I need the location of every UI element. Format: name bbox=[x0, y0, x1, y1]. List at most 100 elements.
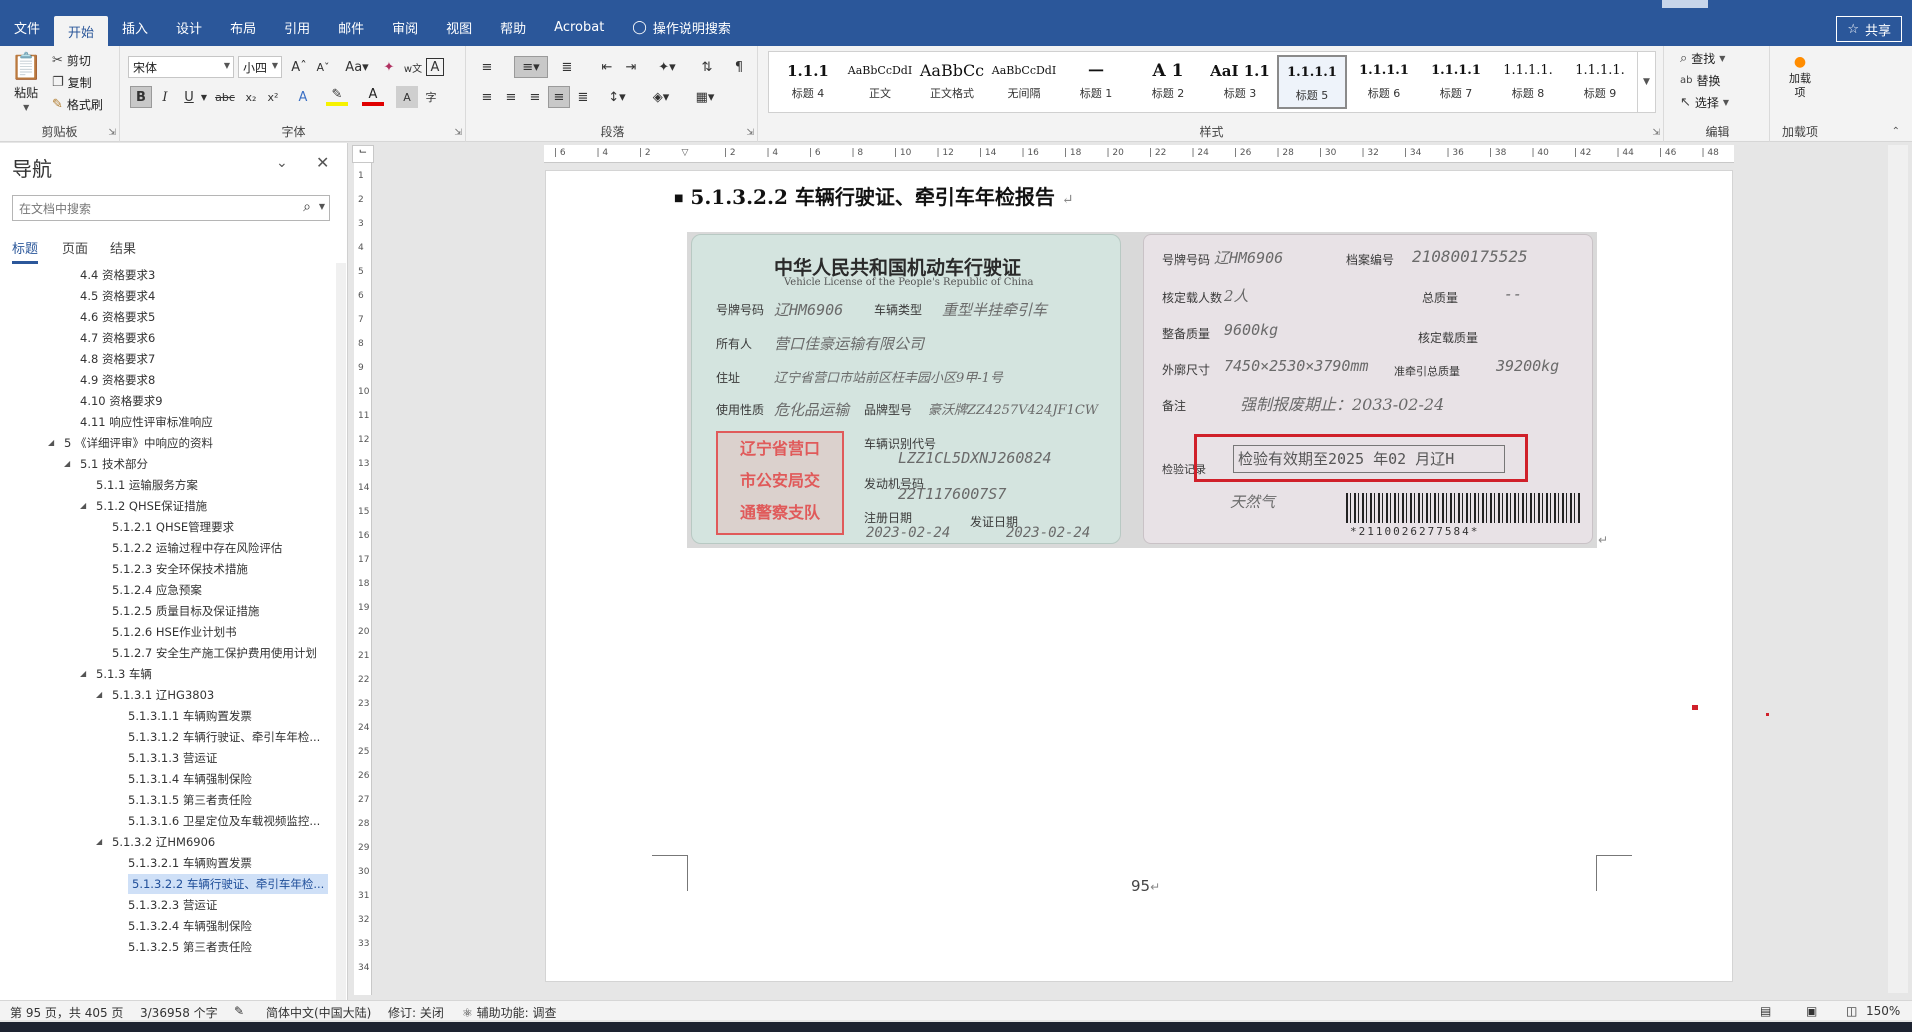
replace-button[interactable]: ab 替换 bbox=[1680, 72, 1721, 89]
nav-heading-item[interactable]: 5.1.3.1 辽HG3803 bbox=[112, 685, 214, 705]
nav-heading-item[interactable]: 5.1.2.1 QHSE管理要求 bbox=[112, 517, 234, 537]
style-heading-7[interactable]: 1.1.1.1 标题 7 bbox=[1421, 55, 1491, 109]
style-normal[interactable]: AaBbCcDdI 正文 bbox=[845, 55, 915, 109]
chinese-layout-button[interactable]: ✦▾ bbox=[652, 56, 682, 78]
char-border-button[interactable]: A bbox=[426, 58, 444, 76]
nav-heading-item[interactable]: 4.7 资格要求6 bbox=[80, 328, 155, 348]
style-heading-5[interactable]: 1.1.1.1 标题 5 bbox=[1277, 55, 1347, 109]
align-right-button[interactable]: ≡ bbox=[524, 86, 546, 108]
document-page[interactable]: ■ 5.1.3.2.2 车辆行驶证、牵引车年检报告 ↵ 中华人民共和国机动车行驶… bbox=[545, 170, 1769, 982]
nav-heading-item[interactable]: 5.1.3.1.3 营运证 bbox=[128, 748, 217, 768]
sort-button[interactable]: ⇅ bbox=[696, 56, 718, 78]
nav-tab-results[interactable]: 结果 bbox=[110, 238, 136, 257]
tab-references[interactable]: 引用 bbox=[270, 8, 324, 46]
nav-heading-item[interactable]: 5.1.3.2.5 第三者责任险 bbox=[128, 937, 252, 957]
justify-button[interactable]: ≡ bbox=[548, 86, 570, 108]
tab-file[interactable]: 文件 bbox=[0, 8, 54, 46]
vehicle-license-image[interactable]: 中华人民共和国机动车行驶证 Vehicle License of the Peo… bbox=[687, 232, 1597, 548]
dialog-launcher-icon[interactable]: ⇲ bbox=[454, 128, 462, 138]
enclose-char-button[interactable]: 字 bbox=[420, 86, 442, 108]
strikethrough-button[interactable]: abc bbox=[214, 86, 236, 108]
document-heading[interactable]: ■ 5.1.3.2.2 车辆行驶证、牵引车年检报告 ↵ bbox=[674, 181, 1074, 210]
nav-heading-item[interactable]: 4.8 资格要求7 bbox=[80, 349, 155, 369]
chevron-down-icon[interactable]: ⌄ bbox=[276, 155, 288, 171]
nav-heading-item[interactable]: 5.1.3.2.2 车辆行驶证、牵引车年检... bbox=[128, 874, 329, 894]
web-layout-icon[interactable]: ◫ bbox=[1846, 1004, 1857, 1018]
style-heading-3[interactable]: AaI 1.1 标题 3 bbox=[1205, 55, 1275, 109]
nav-scrollbar[interactable] bbox=[336, 263, 346, 1003]
nav-tab-headings[interactable]: 标题 bbox=[12, 238, 39, 264]
align-center-button[interactable]: ≡ bbox=[500, 86, 522, 108]
nav-heading-item[interactable]: 5.1.3.2.3 营运证 bbox=[128, 895, 217, 915]
nav-heading-item[interactable]: 5.1.2 QHSE保证措施 bbox=[96, 496, 207, 516]
style-heading-9[interactable]: 1.1.1.1. 标题 9 bbox=[1565, 55, 1635, 109]
tab-help[interactable]: 帮助 bbox=[486, 8, 540, 46]
share-button[interactable]: ☆ 共享 bbox=[1836, 16, 1902, 42]
char-shading-button[interactable]: A bbox=[396, 86, 418, 108]
show-marks-button[interactable]: ¶ bbox=[728, 56, 750, 78]
bold-button[interactable]: B bbox=[130, 86, 152, 108]
language[interactable]: 简体中文(中国大陆) bbox=[266, 1004, 371, 1021]
nav-heading-item[interactable]: 5.1.2.6 HSE作业计划书 bbox=[112, 622, 237, 642]
select-button[interactable]: ↖ 选择 ▼ bbox=[1680, 94, 1729, 111]
align-left-button[interactable]: ≡ bbox=[476, 86, 498, 108]
nav-search-input[interactable]: 在文档中搜索 ⌕ ▼ bbox=[12, 195, 330, 221]
cut-button[interactable]: ✂ 剪切 bbox=[52, 52, 91, 69]
nav-heading-item[interactable]: 5.1.3.2.1 车辆购置发票 bbox=[128, 853, 252, 873]
paste-button[interactable]: 📋 粘贴 ▼ bbox=[10, 52, 42, 112]
tab-view[interactable]: 视图 bbox=[432, 8, 486, 46]
nav-heading-item[interactable]: 4.6 资格要求5 bbox=[80, 307, 155, 327]
nav-heading-item[interactable]: 5.1.2.4 应急预案 bbox=[112, 580, 202, 600]
borders-button[interactable]: ▦▾ bbox=[690, 86, 720, 108]
style-heading-4[interactable]: 1.1.1 标题 4 bbox=[773, 55, 843, 109]
chevron-down-icon[interactable]: ▼ bbox=[319, 202, 325, 211]
bullets-button[interactable]: ≡ bbox=[476, 56, 498, 78]
nav-heading-item[interactable]: 4.9 资格要求8 bbox=[80, 370, 155, 390]
nav-heading-item[interactable]: 5 《详细评审》中响应的资料 bbox=[64, 433, 213, 453]
format-painter-button[interactable]: ✎ 格式刷 bbox=[52, 96, 103, 113]
tab-layout[interactable]: 布局 bbox=[216, 8, 270, 46]
nav-heading-item[interactable]: 4.11 响应性评审标准响应 bbox=[80, 412, 213, 432]
tab-insert[interactable]: 插入 bbox=[108, 8, 162, 46]
nav-heading-item[interactable]: 4.5 资格要求4 bbox=[80, 286, 155, 306]
word-count[interactable]: 3/36958 个字 bbox=[140, 1004, 218, 1021]
expand-triangle-icon[interactable]: ◢ bbox=[80, 501, 86, 510]
zoom-level[interactable]: 150% bbox=[1866, 1004, 1900, 1018]
dialog-launcher-icon[interactable]: ⇲ bbox=[108, 128, 116, 138]
nav-heading-item[interactable]: 5.1.3.2 辽HM6906 bbox=[112, 832, 215, 852]
numbering-button[interactable]: ≡▾ bbox=[514, 56, 548, 78]
underline-button[interactable]: U bbox=[178, 86, 200, 108]
nav-heading-item[interactable]: 5.1.1 运输服务方案 bbox=[96, 475, 198, 495]
nav-heading-item[interactable]: 5.1 技术部分 bbox=[80, 454, 148, 474]
text-effects-button[interactable]: A bbox=[292, 86, 314, 108]
decrease-indent-button[interactable]: ⇤ bbox=[596, 56, 618, 78]
nav-heading-item[interactable]: 5.1.3.1.5 第三者责任险 bbox=[128, 790, 252, 810]
expand-triangle-icon[interactable]: ◢ bbox=[96, 837, 102, 846]
dialog-launcher-icon[interactable]: ⇲ bbox=[746, 128, 754, 138]
expand-triangle-icon[interactable]: ◢ bbox=[64, 459, 70, 468]
accessibility-status[interactable]: ⚛ 辅助功能: 调查 bbox=[462, 1004, 556, 1021]
tab-design[interactable]: 设计 bbox=[162, 8, 216, 46]
multilevel-list-button[interactable]: ≣ bbox=[556, 56, 578, 78]
nav-heading-item[interactable]: 5.1.2.3 安全环保技术措施 bbox=[112, 559, 248, 579]
font-size-select[interactable]: 小四 ▼ bbox=[238, 56, 282, 78]
style-heading-6[interactable]: 1.1.1.1 标题 6 bbox=[1349, 55, 1419, 109]
nav-heading-item[interactable]: 4.4 资格要求3 bbox=[80, 265, 155, 285]
style-heading-2[interactable]: A 1 标题 2 bbox=[1133, 55, 1203, 109]
nav-heading-item[interactable]: 5.1.3.1.2 车辆行驶证、牵引车年检... bbox=[128, 727, 320, 747]
search-icon[interactable]: ⌕ bbox=[303, 199, 311, 215]
tell-me-search[interactable]: ◯ 操作说明搜索 bbox=[618, 18, 745, 37]
style-body-format[interactable]: AaBbCc 正文格式 bbox=[917, 55, 987, 109]
highlight-button[interactable]: ✎ bbox=[326, 86, 348, 106]
style-heading-1[interactable]: 一 标题 1 bbox=[1061, 55, 1131, 109]
expand-triangle-icon[interactable]: ◢ bbox=[96, 690, 102, 699]
tab-mailings[interactable]: 邮件 bbox=[324, 8, 378, 46]
tab-selector[interactable]: ⌙ bbox=[352, 145, 374, 163]
style-no-spacing[interactable]: AaBbCcDdI 无间隔 bbox=[989, 55, 1059, 109]
clear-formatting-button[interactable]: ✦ bbox=[378, 56, 400, 78]
page-count[interactable]: 第 95 页，共 405 页 bbox=[10, 1004, 123, 1021]
expand-triangle-icon[interactable]: ◢ bbox=[80, 669, 86, 678]
nav-heading-item[interactable]: 5.1.2.5 质量目标及保证措施 bbox=[112, 601, 259, 621]
font-name-select[interactable]: 宋体 ▼ bbox=[128, 56, 234, 78]
horizontal-ruler[interactable]: | 6 | 4 | 2 ▽ | 2 | 4 | 6 | 8 | 10 | 12 | 14 | 16 | … bbox=[544, 145, 1734, 163]
